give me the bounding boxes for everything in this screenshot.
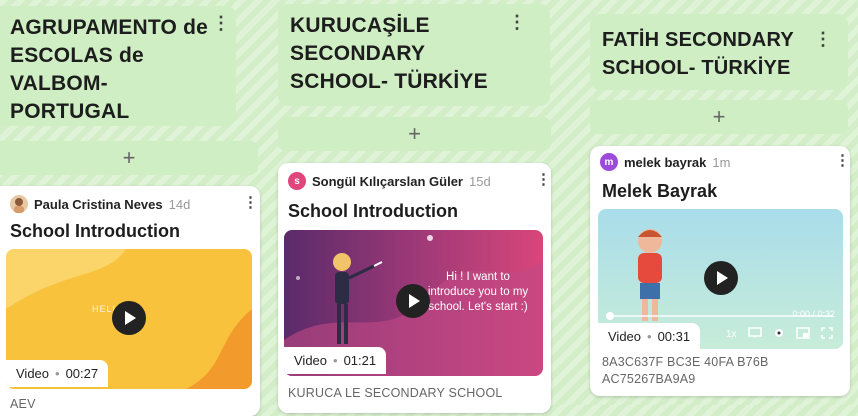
column-menu-icon[interactable]: ⋮ [212, 14, 230, 32]
player-controls: 1x [726, 327, 833, 342]
fullscreen-icon[interactable] [820, 327, 833, 342]
video-thumbnail[interactable]: HELLO Video • 00:27 [6, 249, 252, 389]
post-caption: KURUCA LE SECONDARY SCHOOL [288, 386, 503, 400]
captions-icon[interactable] [747, 327, 762, 342]
author-name: Songül Kılıçarslan Güler [312, 173, 463, 189]
column-menu-icon[interactable]: ⋮ [508, 13, 526, 31]
post-age: 15d [468, 173, 491, 189]
thumbnail-text: Hi ! I want to introduce you to my schoo… [427, 271, 529, 313]
video-player[interactable]: 0:00 / 0:32 Video • 00:31 1x [598, 209, 843, 349]
media-type-label: Video [294, 353, 328, 368]
caption-line-2: AC75267BA9A9 [602, 372, 696, 386]
video-duration-badge: Video • 00:27 [6, 360, 109, 387]
video-thumbnail[interactable]: Hi ! I want to introduce you to my schoo… [284, 230, 543, 376]
playback-speed-button[interactable]: 1x [726, 329, 737, 340]
duration-label: 00:27 [65, 366, 99, 381]
media-type-label: Video [16, 366, 50, 381]
add-post-button[interactable]: + [590, 100, 848, 134]
video-duration-badge: Video • 01:21 [284, 347, 387, 374]
video-duration-badge: Video • 00:31 [598, 323, 701, 349]
post-card[interactable]: m melek bayrak 1m ⋮ Melek Bayrak 0:00 / … [590, 146, 850, 396]
column-header: FATİH SECONDARY SCHOOL- TÜRKİYE [590, 14, 848, 90]
post-age: 14d [168, 196, 191, 212]
column-title: KURUCAŞİLE SECONDARY SCHOOL- TÜRKİYE [290, 14, 488, 93]
caption-line-1: 8A3C637F BC3E 40FA B76B [602, 355, 769, 369]
author-name: melek bayrak [624, 154, 707, 170]
author-name: Paula Cristina Neves [34, 196, 163, 212]
post-menu-icon[interactable]: ⋮ [835, 152, 850, 170]
post-title: School Introduction [10, 221, 180, 241]
post-card[interactable]: s Songül Kılıçarslan Güler 15d ⋮ School … [278, 163, 551, 413]
column-menu-icon[interactable]: ⋮ [814, 30, 832, 48]
post-title: Melek Bayrak [602, 181, 718, 201]
post-age: 1m [712, 154, 731, 170]
post-caption: 8A3C637F BC3E 40FA B76B AC75267BA9A9 [602, 354, 769, 388]
add-post-button[interactable]: + [0, 141, 258, 175]
post-title: School Introduction [288, 201, 458, 221]
duration-label: 01:21 [343, 353, 377, 368]
picture-in-picture-icon[interactable] [795, 327, 810, 342]
play-icon[interactable] [396, 284, 430, 318]
time-display: 0:00 / 0:32 [792, 309, 835, 319]
column-title: AGRUPAMENTO de ESCOLAS de VALBOM-PORTUGA… [10, 16, 209, 123]
play-icon[interactable] [112, 301, 146, 335]
add-post-button[interactable]: + [278, 117, 551, 151]
settings-gear-icon[interactable] [773, 327, 785, 342]
play-icon[interactable] [704, 261, 738, 295]
avatar: s [288, 172, 306, 190]
post-card[interactable]: Paula Cristina Neves 14d ⋮ School Introd… [0, 186, 260, 416]
avatar [10, 195, 28, 213]
post-menu-icon[interactable]: ⋮ [243, 194, 258, 212]
avatar: m [600, 153, 618, 171]
media-type-label: Video [608, 329, 642, 344]
duration-label: 00:31 [657, 329, 691, 344]
column-header: AGRUPAMENTO de ESCOLAS de VALBOM-PORTUGA… [0, 6, 236, 126]
column-title: FATİH SECONDARY SCHOOL- TÜRKİYE [602, 29, 794, 79]
post-menu-icon[interactable]: ⋮ [536, 171, 551, 189]
